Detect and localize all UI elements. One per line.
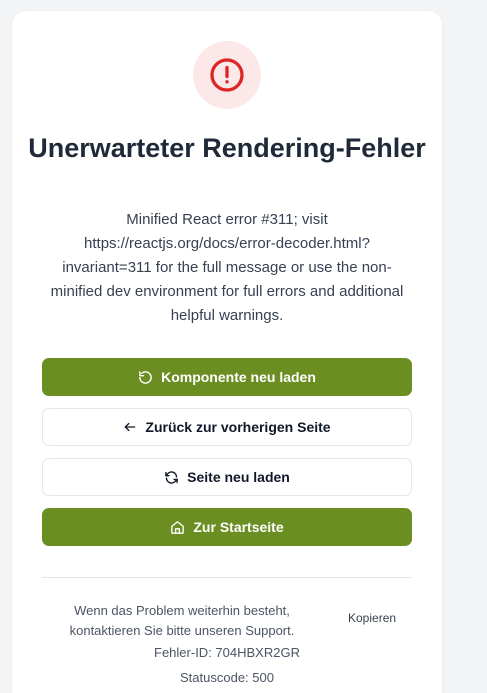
go-back-button[interactable]: Zurück zur vorherigen Seite (42, 408, 412, 446)
error-id: Fehler-ID: 704HBXR2GR (154, 645, 300, 660)
status-code: Statuscode: 500 (180, 670, 274, 685)
home-icon (170, 520, 185, 535)
alert-circle-icon (193, 41, 261, 109)
rotate-ccw-icon (138, 370, 153, 385)
reload-page-label: Seite neu laden (187, 469, 290, 485)
arrow-left-icon (123, 420, 137, 434)
error-message: Minified React error #311; visit https:/… (50, 211, 404, 324)
reload-component-button[interactable]: Komponente neu laden (42, 358, 412, 396)
home-button[interactable]: Zur Startseite (42, 508, 412, 546)
error-title: Unerwarteter Rendering-Fehler (28, 133, 426, 163)
home-label: Zur Startseite (193, 519, 284, 535)
support-text: Wenn das Problem weiterhin besteht, kont… (69, 603, 295, 638)
divider (42, 577, 412, 578)
go-back-label: Zurück zur vorherigen Seite (145, 419, 331, 435)
reload-component-label: Komponente neu laden (161, 369, 316, 385)
reload-page-button[interactable]: Seite neu laden (42, 458, 412, 496)
refresh-icon (164, 470, 179, 485)
copy-button[interactable]: Kopieren (348, 611, 396, 625)
error-card: Unerwarteter Rendering-Fehler Minified R… (12, 11, 442, 693)
